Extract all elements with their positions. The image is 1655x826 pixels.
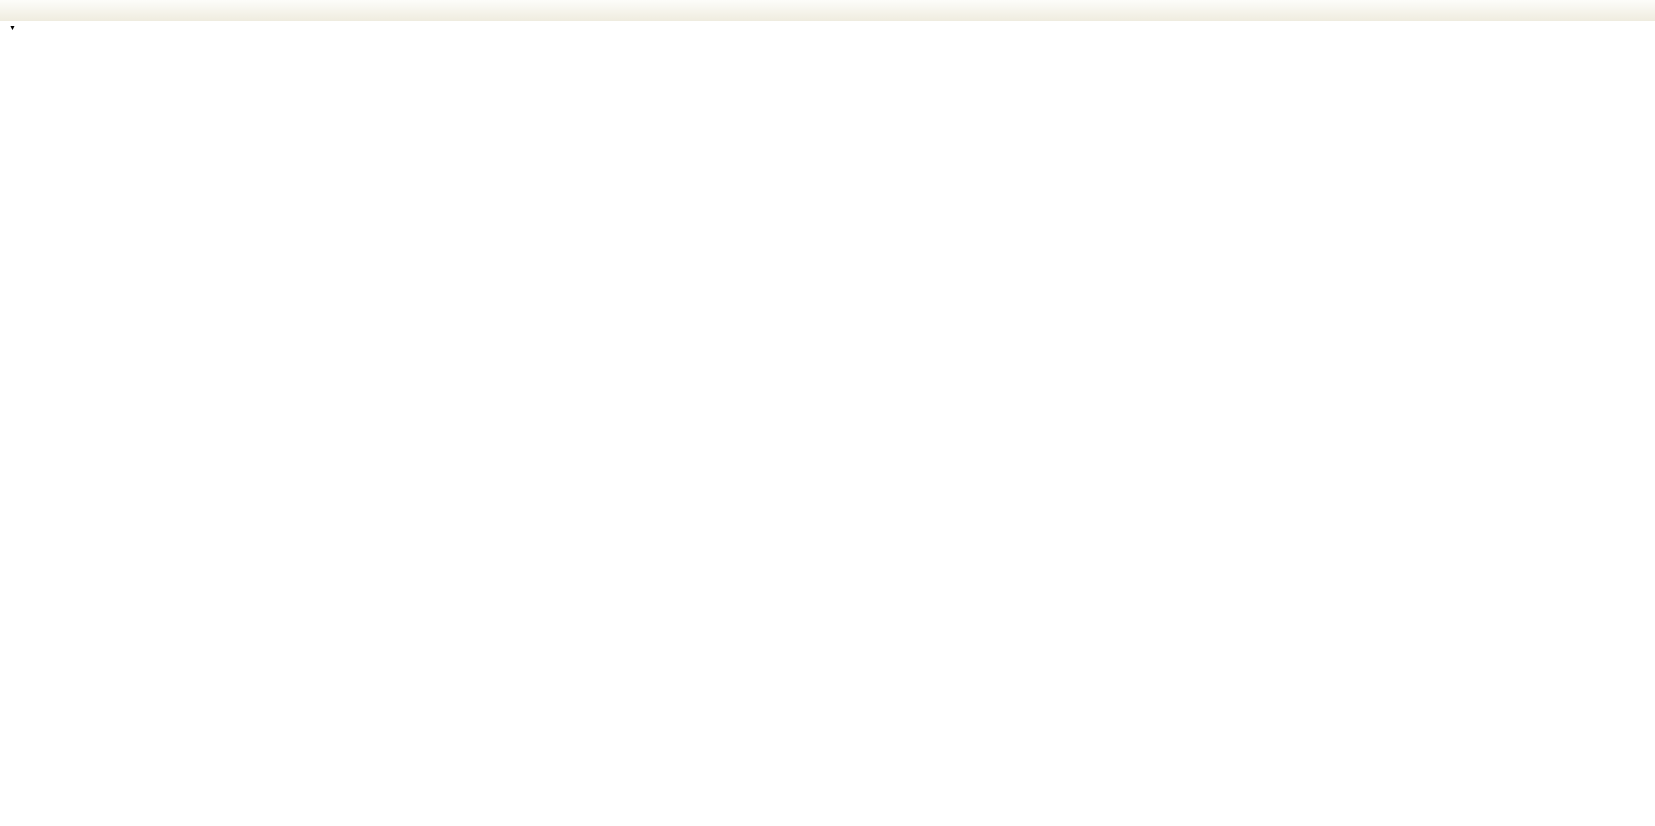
price-chart-canvas[interactable] [0,21,1655,826]
main-toolbar [0,0,1655,22]
chart-window: ▼ [0,21,1655,826]
